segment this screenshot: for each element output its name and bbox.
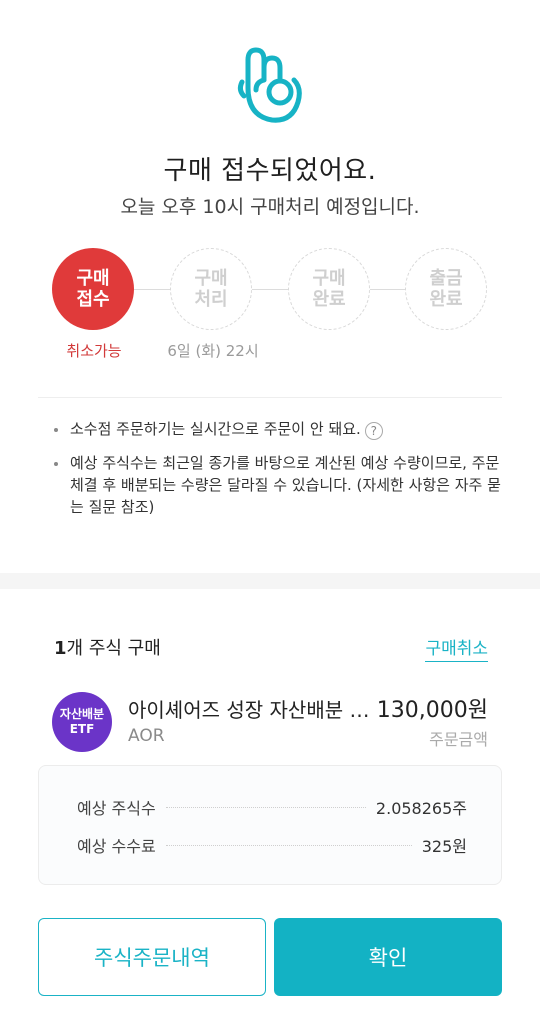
notice-item: 예상 주식수는 최근일 종가를 바탕으로 계산된 예상 수량이므로, 주문체결 …: [52, 452, 508, 518]
order-summary-box: 예상 주식수 2.058265주 예상 수수료 325원: [38, 765, 502, 885]
section-separator: [0, 573, 540, 589]
step-purchase-received: 구매 접수: [52, 248, 134, 330]
ok-hand-icon: [234, 42, 306, 126]
steps-connector: [120, 289, 430, 290]
notice-text: 소수점 주문하기는 실시간으로 주문이 안 돼요.: [70, 420, 361, 438]
order-history-button[interactable]: 주식주문내역: [38, 918, 266, 996]
expected-fee-row: 예상 수수료 325원: [77, 833, 467, 857]
confirm-button[interactable]: 확인: [274, 918, 502, 996]
expected-fee-label: 예상 수수료: [77, 837, 156, 856]
order-count: 1개 주식 구매: [54, 634, 161, 660]
expected-shares-label: 예상 주식수: [77, 799, 156, 818]
step-label: 출금 완료: [429, 268, 463, 310]
step-purchase-complete: 구매 완료: [288, 248, 370, 330]
help-icon[interactable]: ?: [364, 422, 383, 440]
etf-badge: 자산배분 ETF: [52, 692, 112, 752]
notice-list: 소수점 주문하기는 실시간으로 주문이 안 돼요.? 예상 주식수는 최근일 종…: [52, 418, 508, 530]
etf-badge-line2: ETF: [69, 722, 95, 736]
page-subtitle: 오늘 오후 10시 구매처리 예정입니다.: [120, 196, 420, 218]
step-label: 구매 처리: [194, 268, 228, 310]
order-amount-label: 주문금액: [429, 730, 488, 749]
stock-name: 아이셰어즈 성장 자산배분 ETF: [128, 698, 372, 722]
progress-steps: 구매 접수 구매 처리 구매 완료 출금 완료: [0, 248, 540, 332]
notice-item: 소수점 주문하기는 실시간으로 주문이 안 돼요.?: [52, 418, 508, 440]
order-amount: 130,000원: [376, 698, 488, 723]
leader-dots: [165, 844, 412, 846]
cancel-purchase-link[interactable]: 구매취소: [425, 634, 488, 662]
stock-ticker: AOR: [128, 726, 165, 746]
step-purchase-processing: 구매 처리: [170, 248, 252, 330]
expected-shares-value: 2.058265주: [375, 799, 467, 818]
scheduled-time-note: 6일 (화) 22시: [167, 342, 259, 360]
expected-shares-row: 예상 주식수 2.058265주: [77, 795, 467, 819]
order-count-number: 1: [54, 638, 67, 659]
expected-fee-value: 325원: [421, 837, 467, 856]
notice-text: 예상 주식수는 최근일 종가를 바탕으로 계산된 예상 수량이므로, 주문체결 …: [70, 454, 501, 516]
cancelable-note: 취소가능: [66, 342, 122, 360]
etf-badge-line1: 자산배분: [59, 707, 105, 721]
leader-dots: [165, 806, 366, 808]
divider: [38, 397, 502, 398]
step-withdrawal-complete: 출금 완료: [405, 248, 487, 330]
step-label: 구매 접수: [76, 268, 110, 310]
step-label: 구매 완료: [312, 268, 346, 310]
order-count-text: 개 주식 구매: [66, 638, 161, 659]
page-title: 구매 접수되었어요.: [163, 156, 377, 186]
